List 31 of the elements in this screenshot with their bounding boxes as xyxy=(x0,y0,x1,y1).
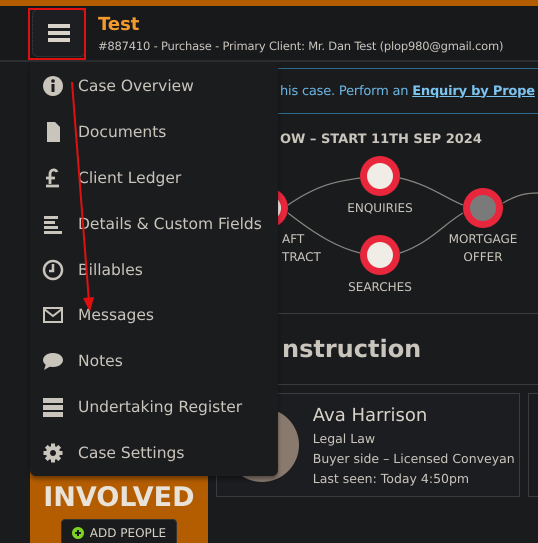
menu-item[interactable]: Messages xyxy=(30,292,278,338)
step-label: ENQUIRIES xyxy=(347,200,413,217)
menu-item[interactable]: Case Overview xyxy=(30,63,278,109)
notice-text: his case. Perform an Enquiry by Prope xyxy=(280,84,535,98)
info-icon xyxy=(42,74,64,97)
menu-icon xyxy=(48,24,70,42)
person-name: Ava Harrison xyxy=(312,404,428,426)
step-label: MORTGAGE OFFER xyxy=(448,231,518,266)
panel-title: INVOLVED xyxy=(43,484,195,511)
add-people-button[interactable]: ADD PEOPLE xyxy=(60,519,178,543)
menu-item[interactable]: Case Settings xyxy=(30,430,278,476)
server-icon xyxy=(42,396,64,418)
menu-button[interactable] xyxy=(32,9,86,57)
speech-bubble-icon xyxy=(42,350,64,372)
workflow-title: OW – START 11TH SEP 2024 xyxy=(280,132,482,147)
menu-item[interactable]: Documents xyxy=(30,108,278,155)
clock-icon xyxy=(42,258,64,280)
next-task-title: nstruction xyxy=(282,335,422,363)
highlight-frame xyxy=(28,8,86,60)
step-label: SEARCHES xyxy=(348,279,412,296)
case-subtitle: #887410 - Purchase - Primary Client: Mr. Dan Test (plop980@gmail.com) xyxy=(98,38,504,52)
gear-icon xyxy=(42,442,64,464)
menu-item[interactable]: Notes xyxy=(30,338,278,384)
step-label: AFT TRACT xyxy=(282,231,321,266)
enquiry-link[interactable]: Enquiry by Prope xyxy=(412,84,535,98)
case-title: Test xyxy=(98,14,140,34)
person-role: Buyer side – Licensed Conveyan xyxy=(312,450,515,466)
plus-icon xyxy=(72,527,84,539)
menu-item[interactable]: Undertaking Register xyxy=(30,384,278,430)
last-seen: Last seen: Today 4:50pm xyxy=(312,470,470,486)
person-company: Legal Law xyxy=(312,430,376,446)
